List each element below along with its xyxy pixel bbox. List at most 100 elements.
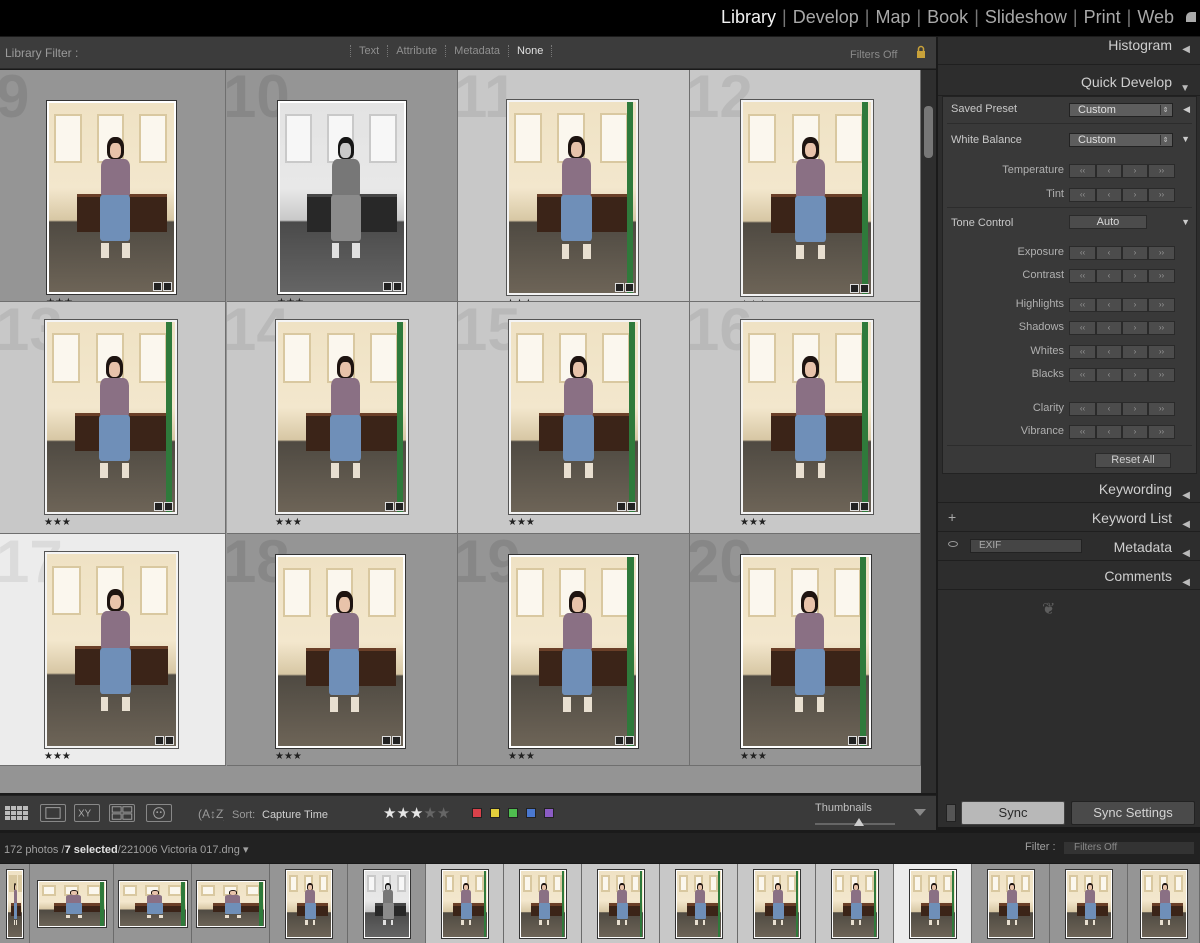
edit-badge-icon[interactable] [848, 736, 857, 745]
filmstrip-cell[interactable] [426, 864, 504, 943]
rating-star-icon[interactable]: ★ [423, 805, 436, 822]
sort-select[interactable]: Capture Time [262, 809, 328, 821]
filmstrip-thumbnail[interactable] [196, 880, 266, 928]
edit-badge-icon[interactable] [165, 736, 174, 745]
module-overflow-icon[interactable] [1186, 12, 1196, 22]
thumbnail[interactable] [44, 551, 179, 749]
photo-count[interactable]: 172 photos /7 selected/221006 Victoria 0… [4, 843, 248, 856]
decrease-button[interactable]: ‹‹ [1069, 345, 1096, 359]
edit-badge-icon[interactable] [393, 282, 402, 291]
white-balance-expand-icon[interactable]: ▼ [1181, 134, 1190, 144]
edit-badge-icon[interactable] [625, 283, 634, 292]
edit-badge-icon[interactable] [395, 502, 404, 511]
increase-button[interactable]: › [1122, 188, 1148, 202]
filter-tab-none[interactable]: None [508, 45, 553, 57]
filmstrip-cell[interactable] [30, 864, 114, 943]
increase-button[interactable]: ›› [1148, 368, 1175, 382]
filmstrip-cell[interactable] [114, 864, 192, 943]
quick-develop-header[interactable]: Quick Develop ▼ [938, 68, 1200, 96]
edit-badge-icon[interactable] [858, 736, 867, 745]
edit-badge-icon[interactable] [155, 736, 164, 745]
increase-button[interactable]: › [1122, 269, 1148, 283]
filter-tab-attribute[interactable]: Attribute [387, 45, 445, 57]
module-book[interactable]: Book [921, 7, 974, 28]
edit-badge-icon[interactable] [615, 283, 624, 292]
filmstrip-cell[interactable] [270, 864, 348, 943]
increase-button[interactable]: › [1122, 368, 1148, 382]
increase-button[interactable]: › [1122, 425, 1148, 439]
decrease-button[interactable]: ‹ [1096, 402, 1122, 416]
increase-button[interactable]: ›› [1148, 188, 1175, 202]
filmstrip-thumbnail[interactable] [675, 869, 723, 939]
thumbnail[interactable] [277, 100, 407, 295]
thumbnail[interactable] [508, 554, 639, 749]
decrease-button[interactable]: ‹ [1096, 164, 1122, 178]
increase-button[interactable]: › [1122, 298, 1148, 312]
filmstrip-thumbnail[interactable] [285, 869, 333, 939]
grid-cell[interactable]: 17 ★★★ [0, 534, 226, 766]
star-rating[interactable]: ★★★ [275, 751, 302, 762]
grid-cell[interactable]: 10★★★ [227, 70, 458, 302]
star-rating[interactable]: ★★★ [508, 751, 535, 762]
star-rating[interactable]: ★★★ [508, 517, 535, 528]
survey-view-icon[interactable] [109, 804, 135, 822]
module-develop[interactable]: Develop [787, 7, 865, 28]
tone-control-expand-icon[interactable]: ▼ [1181, 217, 1190, 227]
filmstrip-cell[interactable] [582, 864, 660, 943]
edit-badge-icon[interactable] [627, 502, 636, 511]
edit-badge-icon[interactable] [615, 736, 624, 745]
toolbar-menu-chevron-icon[interactable] [914, 809, 926, 816]
filmstrip-cell[interactable] [894, 864, 972, 943]
filmstrip-thumbnail[interactable] [441, 869, 489, 939]
filmstrip-cell[interactable] [1128, 864, 1200, 943]
filmstrip-thumbnail[interactable] [1065, 869, 1113, 939]
filmstrip-cell[interactable] [504, 864, 582, 943]
increase-button[interactable]: › [1122, 321, 1148, 335]
edit-badge-icon[interactable] [153, 282, 162, 291]
rating-star-icon[interactable]: ★ [396, 805, 409, 822]
decrease-button[interactable]: ‹ [1096, 298, 1122, 312]
filmstrip-cell[interactable] [816, 864, 894, 943]
grid-cell[interactable]: 14 ★★★ [227, 302, 458, 534]
color-label-swatch[interactable] [544, 808, 554, 818]
filmstrip-thumbnail[interactable] [6, 869, 24, 939]
thumbnail[interactable] [740, 319, 874, 515]
edit-badge-icon[interactable] [850, 502, 859, 511]
filmstrip-thumbnail[interactable] [831, 869, 879, 939]
decrease-button[interactable]: ‹‹ [1069, 368, 1096, 382]
star-rating[interactable]: ★★★ [740, 751, 767, 762]
edit-badge-icon[interactable] [163, 282, 172, 291]
edit-badge-icon[interactable] [625, 736, 634, 745]
grid-cell[interactable]: 11★★★ [458, 70, 690, 302]
decrease-button[interactable]: ‹ [1096, 345, 1122, 359]
increase-button[interactable]: › [1122, 246, 1148, 260]
module-library[interactable]: Library [715, 7, 782, 28]
thumbnail[interactable] [44, 319, 178, 515]
grid-cell[interactable]: 12★★★ [690, 70, 921, 302]
decrease-button[interactable]: ‹‹ [1069, 246, 1096, 260]
thumbnail[interactable] [275, 554, 406, 749]
thumbnail[interactable] [275, 319, 409, 515]
decrease-button[interactable]: ‹‹ [1069, 298, 1096, 312]
increase-button[interactable]: › [1122, 164, 1148, 178]
metadata-header[interactable]: Metadata ◀ [938, 533, 1200, 561]
decrease-button[interactable]: ‹ [1096, 368, 1122, 382]
edit-badge-icon[interactable] [164, 502, 173, 511]
keyword-list-header[interactable]: Keyword List ◀ [938, 504, 1200, 532]
filmstrip-cell[interactable] [0, 864, 30, 943]
thumbnail[interactable] [506, 99, 639, 296]
auto-sync-switch[interactable] [946, 804, 956, 822]
filmstrip-cell[interactable] [1050, 864, 1128, 943]
decrease-button[interactable]: ‹ [1096, 425, 1122, 439]
edit-badge-icon[interactable] [392, 736, 401, 745]
decrease-button[interactable]: ‹ [1096, 188, 1122, 202]
thumbnail[interactable] [46, 100, 177, 295]
thumbnail[interactable] [740, 99, 874, 297]
edit-badge-icon[interactable] [154, 502, 163, 511]
rating-star-icon[interactable]: ★ [383, 805, 396, 822]
filter-presets-select[interactable]: Filters Off [850, 49, 897, 61]
filmstrip-cell[interactable] [348, 864, 426, 943]
saved-preset-select[interactable]: Custom ⇕ [1069, 103, 1173, 117]
grid-scrollbar[interactable] [921, 70, 936, 793]
grid-cell[interactable]: 18 ★★★ [227, 534, 458, 766]
